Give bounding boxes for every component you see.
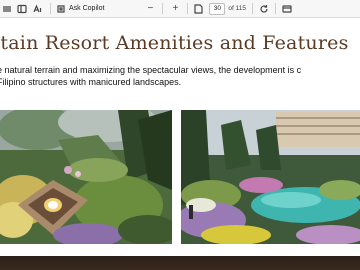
fit-page-icon[interactable] — [192, 0, 204, 17]
resort-pool-photo — [181, 110, 360, 244]
page-number-input[interactable]: 30 — [209, 2, 226, 15]
ask-copilot-label: Ask Copilot — [69, 5, 105, 12]
ask-copilot-button[interactable]: Ask Copilot — [55, 0, 106, 17]
body-line-1: e natural terrain and maximizing the spe… — [0, 65, 302, 75]
two-page-icon[interactable] — [280, 0, 294, 17]
reading-view-icon[interactable] — [14, 0, 30, 17]
toolbar-divider — [162, 3, 164, 14]
toolbar-divider — [187, 3, 189, 14]
page-heading: ntain Resort Amenities and Features — [0, 32, 349, 54]
rotate-icon[interactable] — [257, 0, 271, 17]
zoom-in-icon[interactable]: + — [167, 0, 183, 17]
body-paragraph: e natural terrain and maximizing the spe… — [0, 64, 360, 88]
background-strip — [0, 256, 360, 270]
pdf-page: ntain Resort Amenities and Features e na… — [0, 18, 360, 256]
body-line-2: Filipino structures with manicured lands… — [0, 77, 182, 87]
sidebar-icon[interactable] — [0, 0, 14, 17]
toolbar-divider — [50, 3, 51, 14]
fire-pit-garden-photo — [0, 110, 172, 244]
copilot-icon — [55, 0, 67, 17]
pdf-toolbar: Ask Copilot − + 30 of 115 — [0, 0, 360, 18]
zoom-out-icon[interactable]: − — [142, 0, 158, 17]
page-total-label: of 115 — [228, 5, 246, 12]
toolbar-divider — [252, 3, 253, 14]
toolbar-divider — [275, 3, 276, 14]
read-aloud-icon[interactable] — [30, 0, 46, 17]
